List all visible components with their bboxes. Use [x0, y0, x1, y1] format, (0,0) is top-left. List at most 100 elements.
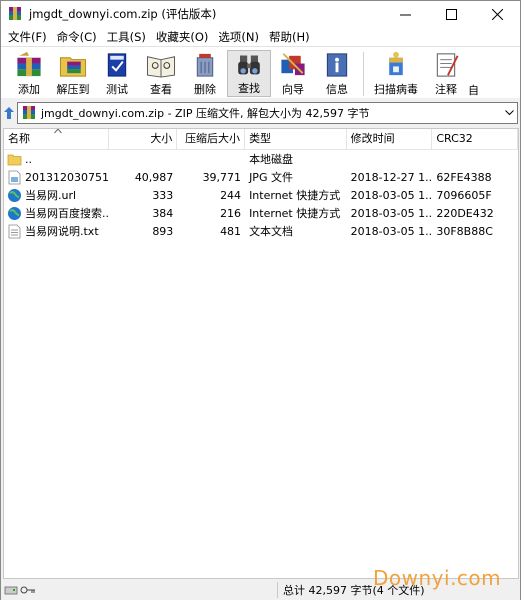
- menu-favorites[interactable]: 收藏夹(O): [151, 29, 214, 45]
- delete-label: 删除: [194, 83, 216, 96]
- column-header-name[interactable]: 名称: [4, 129, 109, 150]
- info-button[interactable]: 信息: [315, 50, 359, 97]
- virus-scan-button[interactable]: 扫描病毒: [368, 50, 424, 97]
- parent-folder-icon: [7, 154, 22, 165]
- minimize-button[interactable]: [382, 1, 428, 27]
- row-name: 当易网百度搜索...: [25, 207, 109, 220]
- find-button[interactable]: 查找: [227, 50, 271, 97]
- window-title: jmgdt_downyi.com.zip (评估版本): [29, 7, 217, 21]
- row-packed: 216: [220, 206, 242, 220]
- row-name: 201312030751...: [25, 170, 109, 184]
- delete-button[interactable]: 删除: [183, 50, 227, 97]
- row-type: 本地磁盘: [249, 153, 294, 166]
- jpg-file-icon: [8, 170, 21, 184]
- winrar-archive-icon: [9, 7, 21, 20]
- virus-scan-label: 扫描病毒: [374, 83, 418, 96]
- row-type: 文本文档: [249, 225, 294, 238]
- internet-shortcut-icon: [8, 188, 21, 202]
- sfx-label: 自: [468, 84, 479, 97]
- address-bar: jmgdt_downyi.com.zip - ZIP 压缩文件, 解包大小为 4…: [1, 99, 520, 127]
- wizard-icon: [281, 53, 305, 76]
- column-name-label: 名称: [8, 132, 30, 145]
- wizard-label: 向导: [282, 83, 304, 96]
- minimize-icon: [399, 14, 411, 15]
- binoculars-icon: [238, 55, 260, 75]
- row-packed: 244: [220, 188, 242, 202]
- comment-button[interactable]: 注释: [424, 50, 468, 97]
- maximize-button[interactable]: [428, 1, 474, 27]
- menu-help[interactable]: 帮助(H): [264, 29, 315, 45]
- column-header-packed[interactable]: 压缩后大小: [177, 129, 246, 150]
- sfx-button[interactable]: 自: [468, 50, 482, 97]
- row-name: ..: [25, 152, 32, 166]
- add-books-icon: [17, 51, 41, 77]
- row-type: Internet 快捷方式: [249, 207, 341, 220]
- test-button[interactable]: 测试: [95, 50, 139, 97]
- extract-folder-icon: [59, 57, 87, 77]
- menu-bar: 文件(F) 命令(C) 工具(S) 收藏夹(O) 选项(N) 帮助(H): [1, 27, 520, 46]
- extract-to-button[interactable]: 解压到: [51, 50, 95, 97]
- info-label: 信息: [326, 83, 348, 96]
- row-size: 333: [152, 188, 174, 202]
- sort-ascending-icon: [54, 129, 62, 134]
- table-row[interactable]: 当易网.url 333 244 Internet 快捷方式 2018-03-05…: [4, 186, 518, 204]
- virus-scan-icon: [389, 51, 403, 76]
- row-name-cell: ..: [4, 152, 109, 167]
- row-modified: 2018-03-05 1...: [350, 224, 433, 238]
- wizard-button[interactable]: 向导: [271, 50, 315, 97]
- row-packed: 39,771: [202, 170, 242, 184]
- table-row[interactable]: .. 本地磁盘: [4, 150, 518, 168]
- winrar-window: jmgdt_downyi.com.zip (评估版本) 文件(F) 命令(C) …: [0, 0, 521, 600]
- menu-options[interactable]: 选项(N): [213, 29, 264, 45]
- address-dropdown[interactable]: [501, 105, 517, 121]
- row-name: 当易网.url: [25, 189, 77, 202]
- table-row[interactable]: 当易网百度搜索... 384 216 Internet 快捷方式 2018-03…: [4, 204, 518, 222]
- column-header-crc[interactable]: CRC32: [432, 129, 518, 150]
- file-list[interactable]: 名称 大小 压缩后大小 类型 修改时间 CRC32 .. 本地磁盘 201312…: [3, 128, 519, 579]
- row-crc: 30F8B88C: [436, 224, 493, 238]
- row-size: 893: [152, 224, 174, 238]
- test-label: 测试: [106, 83, 128, 96]
- key-icon[interactable]: [20, 584, 36, 596]
- row-name: 当易网说明.txt: [25, 225, 99, 238]
- add-button[interactable]: 添加: [7, 50, 51, 97]
- title-bar[interactable]: jmgdt_downyi.com.zip (评估版本): [1, 1, 520, 27]
- toolbar-separator: [363, 52, 364, 96]
- column-header-size[interactable]: 大小: [109, 129, 178, 150]
- row-size: 40,987: [134, 170, 174, 184]
- menu-file[interactable]: 文件(F): [3, 29, 52, 45]
- column-header-type[interactable]: 类型: [245, 129, 347, 150]
- view-button[interactable]: 查看: [139, 50, 183, 97]
- maximize-icon: [445, 8, 457, 20]
- delete-book-icon: [196, 53, 214, 77]
- find-label: 查找: [238, 82, 260, 95]
- close-button[interactable]: [474, 1, 520, 27]
- view-label: 查看: [150, 83, 172, 96]
- row-crc: 220DE432: [436, 206, 494, 220]
- drive-icon[interactable]: [4, 584, 18, 596]
- status-icons: [1, 584, 277, 596]
- row-type: Internet 快捷方式: [249, 189, 341, 202]
- menu-commands[interactable]: 命令(C): [52, 29, 102, 45]
- row-modified: 2018-12-27 1...: [350, 170, 433, 184]
- row-name-cell: 201312030751...: [4, 170, 109, 185]
- table-row[interactable]: 当易网说明.txt 893 481 文本文档 2018-03-05 1... 3…: [4, 222, 518, 240]
- row-modified: 2018-03-05 1...: [350, 188, 433, 202]
- row-modified: 2018-03-05 1...: [350, 206, 433, 220]
- row-packed: 481: [220, 224, 242, 238]
- row-size: 384: [152, 206, 174, 220]
- menu-tools[interactable]: 工具(S): [102, 29, 151, 45]
- toolbar: 添加 解压到 测试 查看 删除 查找 向导 信息 扫描病毒 注释 自: [1, 46, 520, 98]
- test-book-icon: [107, 53, 127, 77]
- internet-shortcut-icon: [8, 206, 21, 220]
- up-folder-icon[interactable]: [3, 105, 15, 121]
- column-header-modified[interactable]: 修改时间: [347, 129, 433, 150]
- row-name-cell: 当易网.url: [4, 187, 109, 203]
- comment-icon: [436, 53, 459, 77]
- table-row[interactable]: 201312030751... 40,987 39,771 JPG 文件 201…: [4, 168, 518, 186]
- close-icon: [491, 8, 503, 20]
- watermark-logo: Downyi.com: [373, 566, 502, 590]
- row-crc: 7096605F: [436, 188, 492, 202]
- address-field[interactable]: jmgdt_downyi.com.zip - ZIP 压缩文件, 解包大小为 4…: [17, 102, 518, 124]
- add-label: 添加: [18, 83, 40, 96]
